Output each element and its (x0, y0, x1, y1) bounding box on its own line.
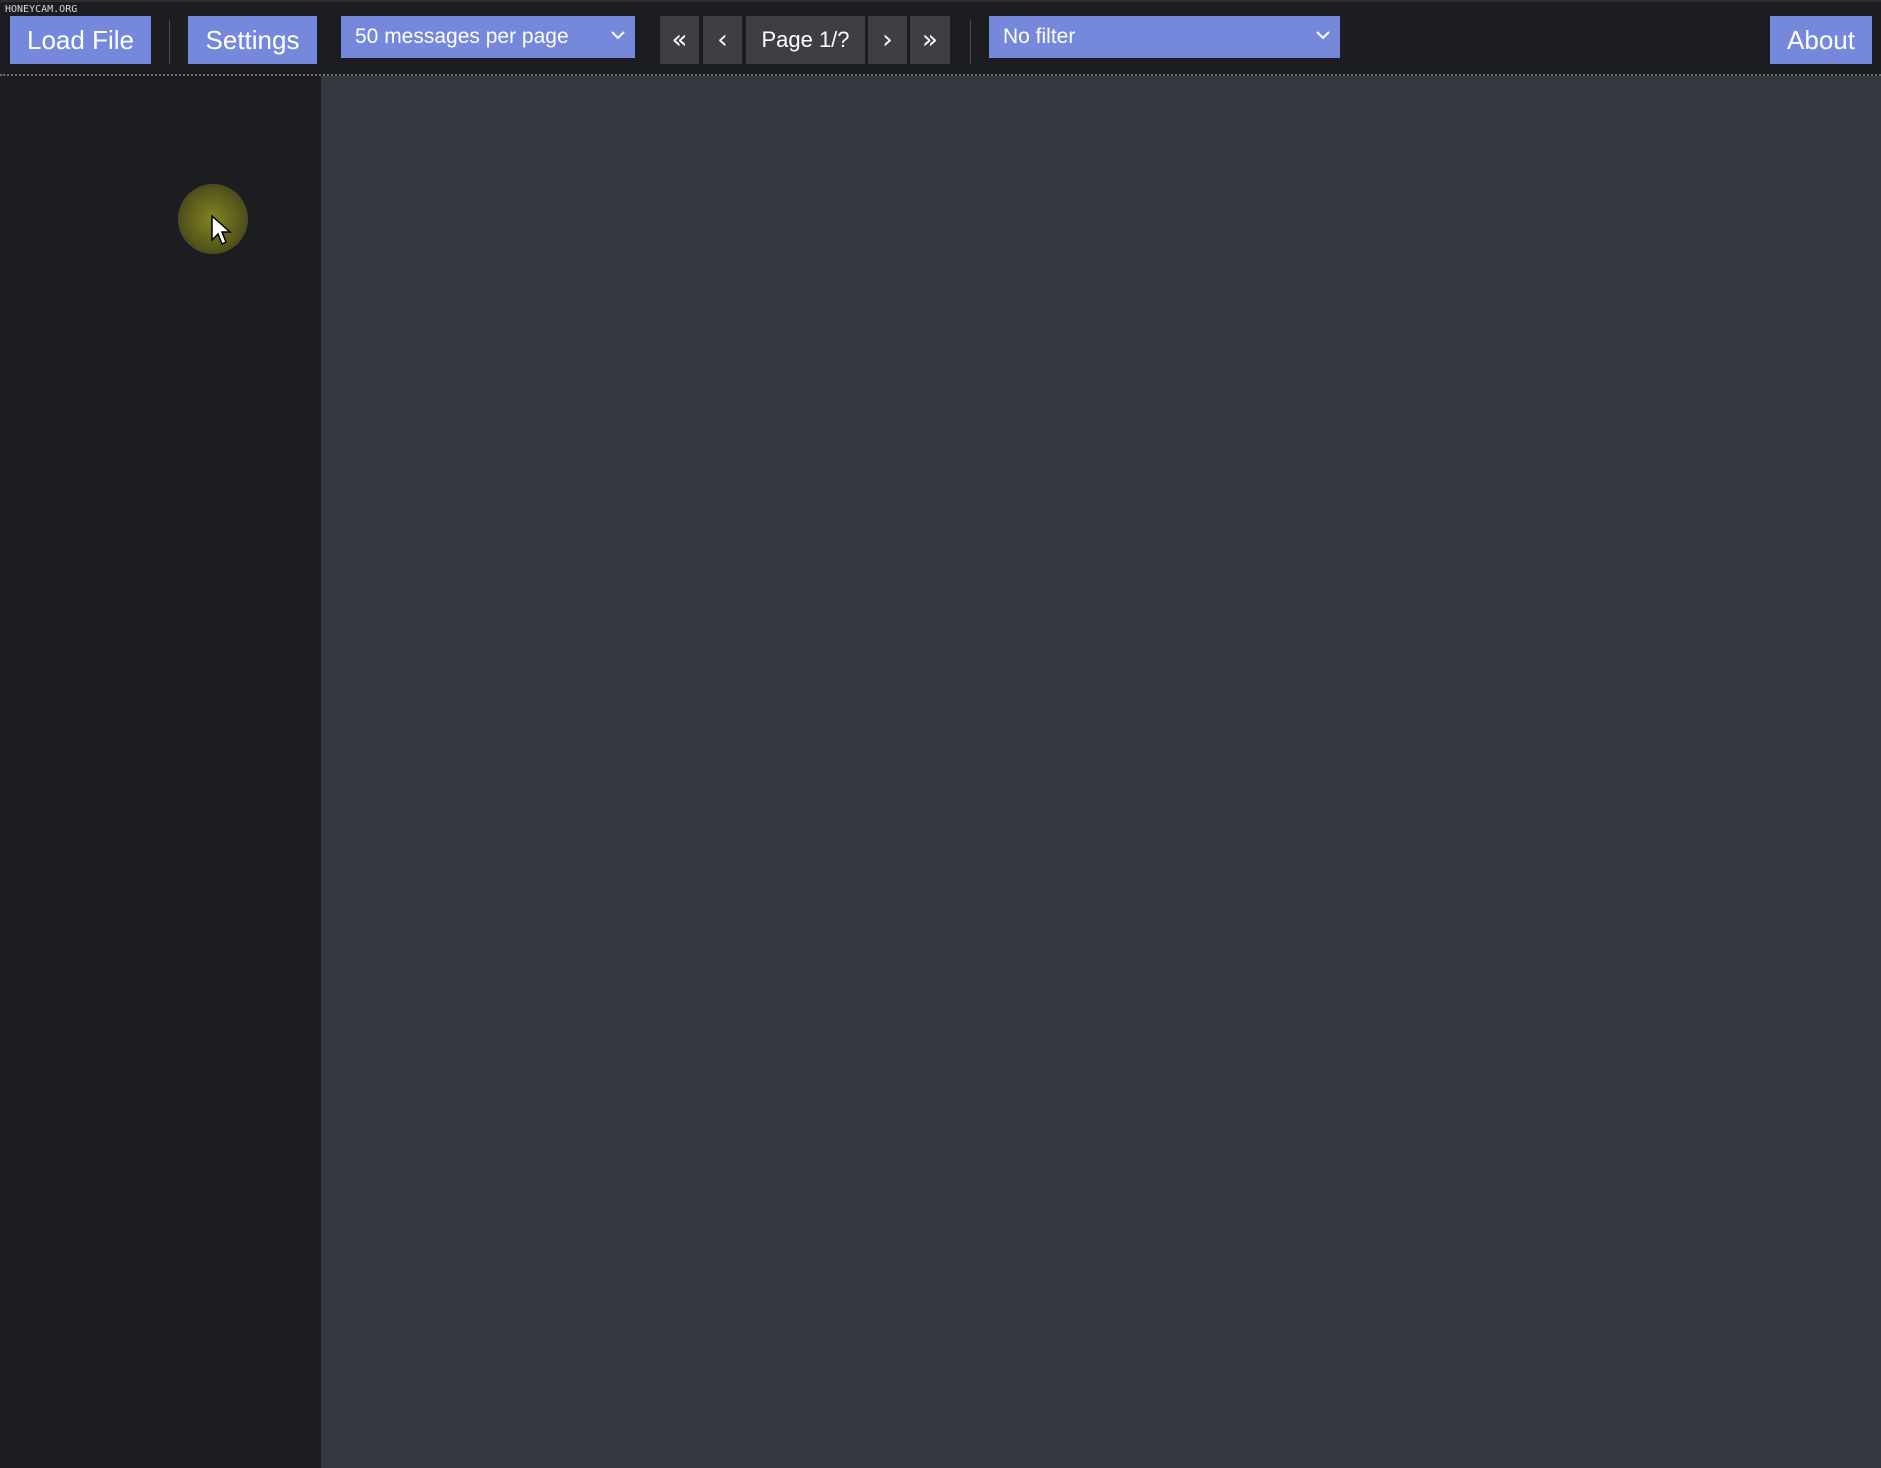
toolbar: HONEYCAM.ORG Load File Settings 50 messa… (0, 0, 1881, 76)
chevron-down-icon (611, 31, 625, 40)
chevron-down-icon (1316, 31, 1330, 40)
first-page-button[interactable]: « (660, 16, 699, 64)
next-page-button[interactable]: › (868, 16, 907, 64)
mouse-pointer-icon (211, 214, 232, 246)
page-indicator: Page 1/? (746, 16, 865, 64)
message-content-area[interactable] (321, 76, 1881, 1468)
toolbar-separator (169, 20, 170, 64)
settings-button[interactable]: Settings (188, 16, 317, 64)
app-window: HONEYCAM.ORG Load File Settings 50 messa… (0, 0, 1881, 1468)
watermark-text: HONEYCAM.ORG (5, 4, 78, 15)
filter-value: No filter (1003, 25, 1076, 48)
load-file-button[interactable]: Load File (10, 16, 151, 64)
filter-select[interactable]: No filter (989, 16, 1340, 58)
toolbar-separator (970, 20, 971, 64)
previous-page-button[interactable]: ‹ (703, 16, 742, 64)
messages-per-page-select[interactable]: 50 messages per page (341, 16, 635, 58)
last-page-button[interactable]: » (910, 16, 950, 64)
sidebar (0, 76, 321, 1468)
about-button[interactable]: About (1770, 16, 1872, 64)
messages-per-page-value: 50 messages per page (355, 25, 569, 48)
